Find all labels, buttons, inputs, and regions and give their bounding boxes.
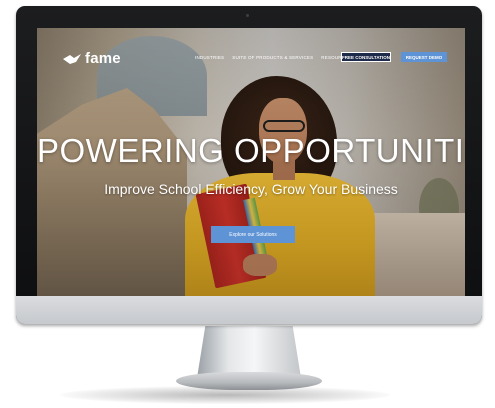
nav-link-industries[interactable]: INDUSTRIES bbox=[195, 55, 224, 60]
monitor-chin bbox=[16, 296, 482, 324]
top-nav: fame INDUSTRIES SUITE OF PRODUCTS & SERV… bbox=[37, 28, 465, 68]
nav-link-products-services[interactable]: SUITE OF PRODUCTS & SERVICES bbox=[232, 55, 313, 60]
request-demo-button[interactable]: REQUEST DEMO bbox=[401, 52, 447, 62]
website-screen: fame INDUSTRIES SUITE OF PRODUCTS & SERV… bbox=[37, 28, 465, 296]
brand-name: fame bbox=[85, 50, 121, 67]
fame-logo-icon bbox=[63, 53, 81, 64]
brand-logo[interactable]: fame bbox=[63, 50, 121, 67]
hero-title: POWERING OPPORTUNITIES bbox=[37, 132, 465, 169]
free-consultation-button[interactable]: FREE CONSULTATION bbox=[341, 52, 391, 62]
monitor-stand-base bbox=[176, 372, 322, 390]
hero-subtitle: Improve School Efficiency, Grow Your Bus… bbox=[104, 181, 398, 197]
nav-links: INDUSTRIES SUITE OF PRODUCTS & SERVICES … bbox=[195, 55, 352, 60]
camera-icon bbox=[246, 14, 249, 17]
explore-solutions-button[interactable]: Explore our Solutions bbox=[211, 226, 295, 243]
monitor-stand-neck bbox=[197, 326, 301, 378]
